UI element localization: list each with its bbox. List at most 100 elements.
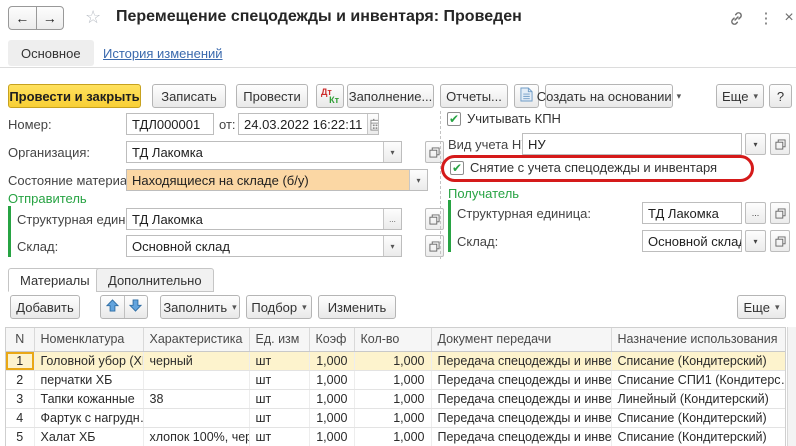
move-up-button[interactable] bbox=[101, 296, 124, 318]
close-icon[interactable]: × bbox=[779, 8, 796, 28]
table-cell[interactable]: 1,000 bbox=[354, 427, 431, 446]
chevron-down-icon[interactable]: ▾ bbox=[409, 170, 427, 190]
table-cell[interactable]: хлопок 100%, чер… bbox=[143, 427, 249, 446]
filling-button[interactable]: Заполнение... bbox=[347, 84, 434, 108]
table-cell[interactable]: Фартук с нагрудн… bbox=[34, 408, 143, 427]
tab-materials[interactable]: Материалы bbox=[8, 268, 102, 292]
organization-open-button[interactable] bbox=[425, 141, 444, 163]
tab-main[interactable]: Основное bbox=[8, 40, 94, 66]
table-more-button[interactable]: Еще ▾ bbox=[737, 295, 786, 319]
receiver-unit-choose-button[interactable]: ... bbox=[745, 202, 766, 224]
sender-warehouse-open-button[interactable] bbox=[425, 235, 444, 257]
table-cell[interactable]: 1,000 bbox=[354, 389, 431, 408]
table-cell[interactable]: Списание СПИ1 (Кондитерс… bbox=[611, 370, 786, 389]
table-cell[interactable]: Списание (Кондитерский) bbox=[611, 408, 786, 427]
table-vertical-scrollbar[interactable] bbox=[787, 327, 796, 446]
print-document-button[interactable] bbox=[514, 84, 539, 108]
write-button[interactable]: Записать bbox=[152, 84, 226, 108]
sender-unit-open-button[interactable] bbox=[425, 208, 444, 230]
table-cell[interactable]: 1,000 bbox=[309, 370, 354, 389]
table-cell[interactable]: черный bbox=[143, 351, 249, 370]
table-cell[interactable]: шт bbox=[249, 408, 309, 427]
receiver-warehouse-open-button[interactable] bbox=[770, 230, 790, 252]
table-row[interactable]: 4Фартук с нагрудн…шт1,0001,000Передача с… bbox=[6, 408, 786, 427]
column-header[interactable]: Документ передачи bbox=[431, 328, 611, 351]
nu-kind-input[interactable]: НУ bbox=[522, 133, 742, 155]
column-header[interactable]: Номенклатура bbox=[34, 328, 143, 351]
table-row[interactable]: 5Халат ХБхлопок 100%, чер…шт1,0001,000Пе… bbox=[6, 427, 786, 446]
material-state-input[interactable]: Находящиеся на складе (б/у) ▾ bbox=[126, 169, 428, 191]
table-cell[interactable]: Списание (Кондитерский) bbox=[611, 351, 786, 370]
table-cell[interactable]: 1,000 bbox=[309, 351, 354, 370]
table-row[interactable]: 1Головной убор (ХБ)черныйшт1,0001,000Пер… bbox=[6, 351, 786, 370]
column-header[interactable]: Коэф bbox=[309, 328, 354, 351]
column-header[interactable]: Ед. изм bbox=[249, 328, 309, 351]
chevron-down-icon[interactable]: ▾ bbox=[383, 142, 401, 162]
favorite-star-icon[interactable]: ☆ bbox=[85, 7, 101, 28]
post-and-close-button[interactable]: Провести и закрыть bbox=[8, 84, 141, 108]
table-cell[interactable]: 2 bbox=[6, 370, 34, 389]
fill-menu-button[interactable]: Заполнить ▾ bbox=[160, 295, 240, 319]
nu-kind-dropdown-button[interactable]: ▾ bbox=[745, 133, 766, 155]
more-button[interactable]: Еще ▾ bbox=[716, 84, 764, 108]
calendar-icon[interactable] bbox=[367, 114, 379, 134]
table-cell[interactable] bbox=[143, 370, 249, 389]
column-header[interactable]: Назначение использования bbox=[611, 328, 786, 351]
receiver-unit-open-button[interactable] bbox=[770, 202, 790, 224]
pick-menu-button[interactable]: Подбор ▾ bbox=[246, 295, 312, 319]
tab-change-history[interactable]: История изменений bbox=[103, 46, 223, 61]
choose-ellipsis-icon[interactable]: ... bbox=[383, 209, 401, 229]
table-cell[interactable]: Списание (Кондитерский) bbox=[611, 427, 786, 446]
table-cell[interactable]: 1,000 bbox=[309, 389, 354, 408]
table-cell[interactable]: Линейный (Кондитерский) bbox=[611, 389, 786, 408]
table-cell[interactable]: Халат ХБ bbox=[34, 427, 143, 446]
column-header[interactable]: Характеристика bbox=[143, 328, 249, 351]
table-cell[interactable]: 3 bbox=[6, 389, 34, 408]
get-link-icon[interactable] bbox=[726, 8, 746, 28]
table-row[interactable]: 3Тапки кожанные38шт1,0001,000Передача сп… bbox=[6, 389, 786, 408]
table-cell[interactable]: 38 bbox=[143, 389, 249, 408]
column-header[interactable]: Кол-во bbox=[354, 328, 431, 351]
chevron-down-icon[interactable]: ▾ bbox=[383, 236, 401, 256]
table-cell[interactable]: Передача спецодежды и инвентаря… bbox=[431, 389, 611, 408]
table-cell[interactable]: 4 bbox=[6, 408, 34, 427]
table-cell[interactable] bbox=[143, 408, 249, 427]
table-cell[interactable]: 1,000 bbox=[354, 370, 431, 389]
table-cell[interactable]: Передача спецодежды и инвентаря… bbox=[431, 408, 611, 427]
table-cell[interactable]: шт bbox=[249, 389, 309, 408]
reports-button[interactable]: Отчеты... bbox=[440, 84, 508, 108]
table-cell[interactable]: Передача спецодежды и инвентаря… bbox=[431, 370, 611, 389]
table-row[interactable]: 2перчатки ХБшт1,0001,000Передача спецоде… bbox=[6, 370, 786, 389]
sender-unit-input[interactable]: ТД Лакомка ... bbox=[126, 208, 402, 230]
table-cell[interactable]: Передача спецодежды и инвентаря… bbox=[431, 427, 611, 446]
sender-warehouse-input[interactable]: Основной склад ▾ bbox=[126, 235, 402, 257]
nu-kind-open-button[interactable] bbox=[770, 133, 790, 155]
table-cell[interactable]: шт bbox=[249, 351, 309, 370]
table-cell[interactable]: 5 bbox=[6, 427, 34, 446]
receiver-warehouse-dropdown-button[interactable]: ▾ bbox=[745, 230, 766, 252]
add-row-button[interactable]: Добавить bbox=[10, 295, 80, 319]
edit-row-button[interactable]: Изменить bbox=[318, 295, 396, 319]
more-commands-icon[interactable]: ⋮ bbox=[756, 8, 776, 28]
organization-input[interactable]: ТД Лакомка ▾ bbox=[126, 141, 402, 163]
table-cell[interactable]: 1,000 bbox=[309, 427, 354, 446]
forward-icon[interactable]: → bbox=[36, 7, 64, 29]
table-cell[interactable]: 1,000 bbox=[354, 351, 431, 370]
back-icon[interactable]: ← bbox=[9, 7, 36, 29]
create-based-on-button[interactable]: Создать на основании ▾ bbox=[545, 84, 673, 108]
column-splitter[interactable] bbox=[440, 111, 441, 259]
table-cell[interactable]: 1,000 bbox=[309, 408, 354, 427]
number-input[interactable]: ТДЛ000001 bbox=[126, 113, 214, 135]
dr-cr-register-button[interactable]: Дт Кт bbox=[316, 84, 344, 108]
table-cell[interactable]: 1 bbox=[6, 351, 34, 370]
removal-checkbox[interactable]: ✔ Снятие с учета спецодежды и инвентаря bbox=[450, 160, 717, 175]
table-cell[interactable]: Тапки кожанные bbox=[34, 389, 143, 408]
receiver-unit-input[interactable]: ТД Лакомка bbox=[642, 202, 742, 224]
table-cell[interactable]: перчатки ХБ bbox=[34, 370, 143, 389]
kpn-checkbox[interactable]: ✔ Учитывать КПН bbox=[447, 111, 561, 126]
receiver-warehouse-input[interactable]: Основной склад bbox=[642, 230, 742, 252]
help-button[interactable]: ? bbox=[769, 84, 792, 108]
table-cell[interactable]: Головной убор (ХБ) bbox=[34, 351, 143, 370]
date-input[interactable]: 24.03.2022 16:22:11 bbox=[238, 113, 379, 135]
tab-additional[interactable]: Дополнительно bbox=[96, 268, 214, 292]
